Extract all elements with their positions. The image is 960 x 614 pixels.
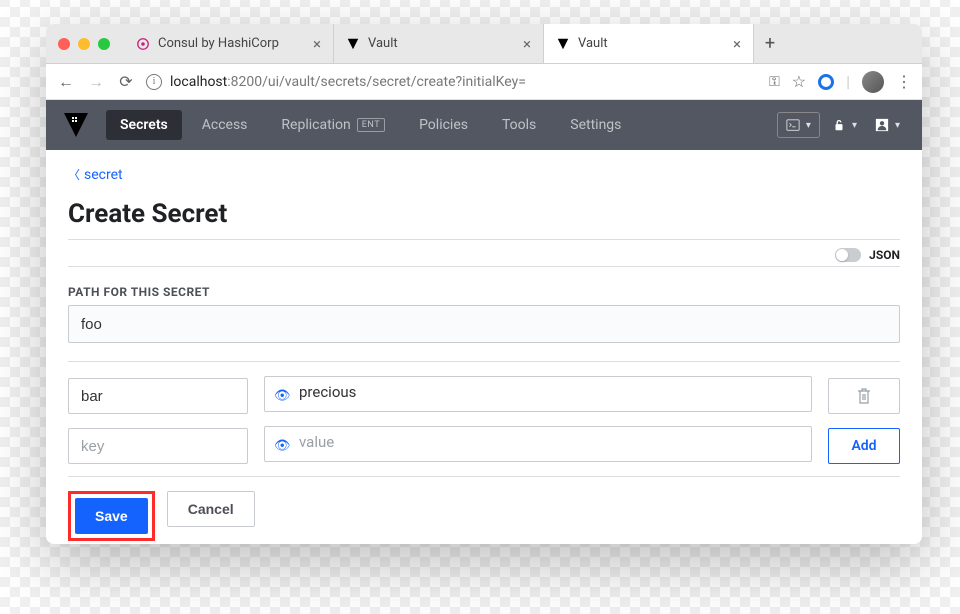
terminal-icon bbox=[786, 118, 800, 132]
minimize-window-icon[interactable] bbox=[78, 38, 90, 50]
nav-tools[interactable]: Tools bbox=[488, 110, 550, 140]
close-window-icon[interactable] bbox=[58, 38, 70, 50]
bookmark-star-icon[interactable]: ☆ bbox=[792, 72, 806, 91]
close-tab-icon[interactable]: × bbox=[511, 35, 531, 53]
tab-label: Vault bbox=[578, 36, 608, 51]
nav-access[interactable]: Access bbox=[188, 110, 262, 140]
address-field[interactable]: i localhost:8200/ui/vault/secrets/secret… bbox=[146, 74, 759, 90]
kv-row: 👁 Add bbox=[68, 426, 900, 466]
vault-favicon-icon bbox=[346, 37, 360, 51]
chevron-down-icon: ▾ bbox=[895, 120, 900, 131]
tab-consul[interactable]: Consul by HashiCorp × bbox=[124, 24, 334, 63]
url-path: :8200/ui/vault/secrets/secret/create?ini… bbox=[227, 74, 526, 90]
reload-icon[interactable]: ⟳ bbox=[116, 72, 136, 91]
kv-value-input[interactable] bbox=[264, 426, 812, 462]
json-label: JSON bbox=[869, 248, 900, 262]
tab-label: Consul by HashiCorp bbox=[158, 36, 279, 51]
path-label: PATH FOR THIS SECRET bbox=[68, 285, 900, 299]
user-icon bbox=[875, 118, 889, 132]
page-title: Create Secret bbox=[68, 199, 900, 229]
user-menu[interactable]: ▾ bbox=[869, 113, 906, 137]
extension-icon[interactable] bbox=[818, 74, 834, 90]
json-toggle-row: JSON bbox=[68, 244, 900, 267]
add-row-button[interactable]: Add bbox=[828, 428, 900, 464]
site-info-icon[interactable]: i bbox=[146, 74, 162, 90]
form-actions: Save Cancel bbox=[68, 476, 900, 541]
tab-vault-2[interactable]: Vault × bbox=[544, 24, 754, 63]
maximize-window-icon[interactable] bbox=[98, 38, 110, 50]
lock-menu[interactable]: ▾ bbox=[826, 113, 863, 137]
password-key-icon[interactable]: ⚿ bbox=[769, 74, 780, 90]
nav-replication[interactable]: ReplicationENT bbox=[267, 110, 399, 140]
forward-icon[interactable]: → bbox=[86, 72, 106, 92]
trash-icon bbox=[857, 388, 871, 404]
nav-policies[interactable]: Policies bbox=[405, 110, 482, 140]
chevron-down-icon: ▾ bbox=[852, 120, 857, 131]
kv-key-input[interactable] bbox=[68, 378, 248, 414]
vault-logo-icon[interactable] bbox=[62, 111, 90, 139]
save-highlight: Save bbox=[68, 491, 155, 541]
url-bar: ← → ⟳ i localhost:8200/ui/vault/secrets/… bbox=[46, 64, 922, 100]
profile-avatar-icon[interactable] bbox=[862, 71, 884, 93]
console-button[interactable]: ▾ bbox=[777, 112, 820, 138]
new-tab-button[interactable]: + bbox=[754, 24, 786, 63]
url-right-icons: ⚿ ☆ | ⋮ bbox=[769, 71, 912, 93]
window-controls bbox=[58, 38, 110, 50]
divider bbox=[68, 239, 900, 240]
url-host: localhost bbox=[170, 74, 227, 90]
delete-row-button[interactable] bbox=[828, 378, 900, 414]
kv-row: 👁 bbox=[68, 376, 900, 416]
close-tab-icon[interactable]: × bbox=[721, 35, 741, 53]
breadcrumb: 〈 secret bbox=[68, 166, 900, 183]
tab-strip: Consul by HashiCorp × Vault × Vault × + bbox=[124, 24, 910, 63]
titlebar: Consul by HashiCorp × Vault × Vault × + bbox=[46, 24, 922, 64]
path-input[interactable] bbox=[68, 305, 900, 343]
app-nav: Secrets Access ReplicationENT Policies T… bbox=[46, 100, 922, 150]
kv-key-input[interactable] bbox=[68, 428, 248, 464]
breadcrumb-link[interactable]: secret bbox=[84, 167, 123, 183]
nav-secrets[interactable]: Secrets bbox=[106, 110, 182, 140]
browser-menu-icon[interactable]: ⋮ bbox=[896, 72, 912, 91]
tab-label: Vault bbox=[368, 36, 398, 51]
vault-favicon-icon bbox=[556, 37, 570, 51]
close-tab-icon[interactable]: × bbox=[301, 35, 321, 53]
back-icon[interactable]: ← bbox=[56, 72, 76, 92]
eye-icon[interactable]: 👁 bbox=[274, 439, 291, 454]
save-button[interactable]: Save bbox=[75, 498, 148, 534]
page-content: 〈 secret Create Secret JSON PATH FOR THIS… bbox=[46, 150, 922, 544]
eye-icon[interactable]: 👁 bbox=[274, 389, 291, 404]
chevron-left-icon: 〈 bbox=[68, 168, 80, 182]
browser-window: Consul by HashiCorp × Vault × Vault × + … bbox=[46, 24, 922, 544]
kv-section: 👁 👁 Add bbox=[68, 361, 900, 466]
kv-value-input[interactable] bbox=[264, 376, 812, 412]
cancel-button[interactable]: Cancel bbox=[167, 491, 255, 527]
unlock-icon bbox=[832, 118, 846, 132]
chevron-down-icon: ▾ bbox=[806, 120, 811, 131]
tab-vault-1[interactable]: Vault × bbox=[334, 24, 544, 63]
json-toggle[interactable] bbox=[835, 248, 861, 262]
consul-favicon-icon bbox=[136, 37, 150, 51]
nav-settings[interactable]: Settings bbox=[556, 110, 635, 140]
